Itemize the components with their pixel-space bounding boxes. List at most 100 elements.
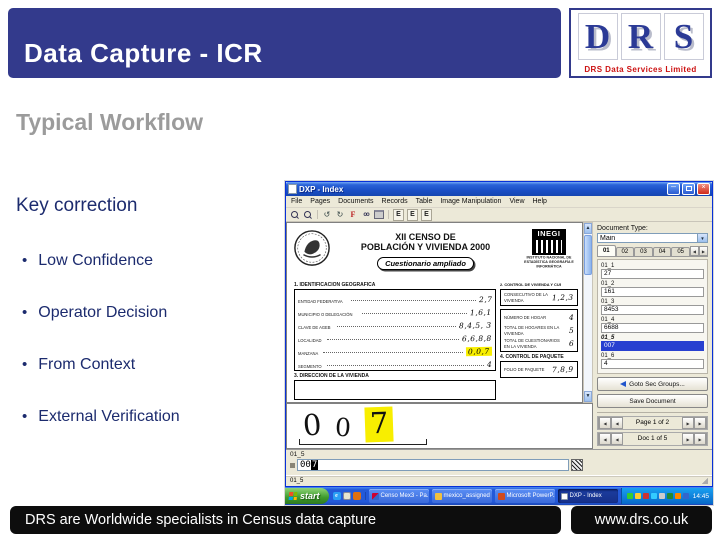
form-row-segmento: SEGMENTO 4 [298, 356, 492, 369]
section4-box: FOLIO DE PAQUETE 7,8,9 [500, 361, 578, 378]
menu-view[interactable]: View [509, 198, 524, 205]
zoom-in-icon[interactable] [290, 209, 300, 220]
logo-letter-r: R [620, 13, 661, 60]
goto-sec-groups-button[interactable]: Goto Sec Groups... [597, 377, 708, 391]
tab-02[interactable]: 02 [615, 247, 635, 256]
field-input-01-2[interactable]: 161 [601, 287, 704, 297]
scrollbar-thumb[interactable] [584, 235, 592, 275]
tab-scroll-left-button[interactable]: ◀ [689, 246, 699, 256]
key-entry-input[interactable]: 00 7 [297, 459, 569, 471]
minimize-button[interactable]: ─ [667, 183, 680, 195]
tab-04[interactable]: 04 [652, 247, 672, 256]
field-edit-button-2[interactable]: E [407, 208, 418, 221]
scroll-down-button[interactable]: ▼ [584, 391, 592, 402]
tray-icon[interactable] [634, 493, 641, 499]
leader-dots [337, 326, 457, 327]
bullet-label: From Context [38, 356, 136, 373]
field-edit-button-1[interactable]: E [393, 208, 404, 221]
handwritten-value: 6 [568, 338, 575, 349]
first-page-button[interactable]: ◀ [598, 417, 611, 429]
menu-pages[interactable]: Pages [310, 198, 330, 205]
tray-icon[interactable] [674, 493, 681, 499]
prev-doc-button[interactable]: ◀ [611, 433, 623, 445]
menu-help[interactable]: Help [533, 198, 547, 205]
next-page-button[interactable]: ▶ [682, 417, 694, 429]
zoom-out-icon[interactable] [303, 209, 313, 220]
app-icon [288, 184, 297, 194]
next-doc-button[interactable]: ▶ [682, 433, 694, 445]
toolbar: ↺ ↻ F oo E E E [286, 208, 712, 222]
media-player-icon[interactable] [352, 492, 361, 500]
resize-grip[interactable] [702, 478, 708, 484]
census-form-image: XII CENSO DE POBLACIÓN Y VIVIENDA 2000 C… [286, 222, 583, 403]
task-button-powerpoint[interactable]: Microsoft PowerP... [494, 489, 555, 503]
form-scrollbar[interactable]: ▲ ▼ [583, 222, 593, 403]
scrollbar-track[interactable] [584, 234, 592, 391]
tab-05[interactable]: 05 [671, 247, 690, 256]
internet-explorer-icon[interactable]: e [332, 492, 341, 500]
tray-icon[interactable] [626, 493, 633, 499]
task-button-paint[interactable]: Censo Mex3 - Pa... [368, 489, 429, 503]
field-input-01-3[interactable]: 8453 [601, 305, 704, 315]
toolbar-separator [388, 210, 389, 219]
field-input-01-6[interactable]: 4 [601, 359, 704, 369]
binoculars-icon[interactable]: oo [361, 209, 371, 220]
census-form-title: XII CENSO DE POBLACIÓN Y VIVIENDA 2000 C… [335, 227, 516, 279]
flag-icon[interactable]: F [348, 209, 358, 220]
menu-documents[interactable]: Documents [338, 198, 373, 205]
scroll-up-button[interactable]: ▲ [584, 223, 592, 234]
tab-03[interactable]: 03 [634, 247, 653, 256]
logo-letter-s: S [663, 13, 704, 60]
snippet-digit: 0 [334, 412, 352, 443]
field-label: TOTAL DE CUESTIONARIOS EN LA VIVIENDA [504, 338, 560, 349]
goto-button-label: Goto Sec Groups... [629, 380, 685, 388]
prev-page-button[interactable]: ◀ [611, 417, 623, 429]
task-label: DXP - Index [569, 493, 602, 499]
field-edit-button-3[interactable]: E [421, 208, 432, 221]
document-type-select[interactable]: Main ▼ [597, 233, 708, 243]
field-label: TOTAL DE HOGARES EN LA VIVIENDA [504, 325, 560, 336]
coat-of-arms [294, 230, 330, 266]
save-document-button[interactable]: Save Document [597, 394, 708, 408]
leader-dots [350, 300, 476, 301]
restore-button[interactable] [682, 183, 695, 195]
form-row-consecutivo: CONSECUTIVO DE LA VIVIENDA 1,2,3 [504, 291, 574, 304]
close-button[interactable]: × [697, 183, 710, 195]
task-button-folder[interactable]: mexico_assigned [431, 489, 492, 503]
window-titlebar[interactable]: DXP - Index ─ × [286, 182, 712, 196]
rotate-right-icon[interactable]: ↻ [335, 209, 345, 220]
chevron-down-icon[interactable]: ▼ [697, 234, 707, 242]
footer-url[interactable]: www.drs.co.uk [571, 506, 712, 534]
menu-image-manipulation[interactable]: Image Manipulation [440, 198, 501, 205]
last-page-button[interactable]: ▶ [694, 417, 707, 429]
snippet-digit: 0 [301, 407, 323, 443]
form-row-manzana: MANZANA 0,0,7 [298, 343, 493, 357]
tray-icon[interactable] [666, 493, 673, 499]
tray-icon[interactable] [658, 493, 665, 499]
tab-scroll-right-button[interactable]: ▶ [698, 246, 708, 256]
show-desktop-icon[interactable] [342, 492, 351, 500]
last-doc-button[interactable]: ▶ [694, 433, 707, 445]
tray-icon[interactable] [650, 493, 657, 499]
rotate-left-icon[interactable]: ↺ [322, 209, 332, 220]
tray-icon[interactable] [642, 493, 649, 499]
menu-table[interactable]: Table [416, 198, 433, 205]
field-input-01-4[interactable]: 6688 [601, 323, 704, 333]
task-button-dxp-active[interactable]: DXP - Index [557, 489, 618, 503]
tab-01[interactable]: 01 [597, 245, 616, 256]
menu-records[interactable]: Records [382, 198, 408, 205]
task-label: Microsoft PowerP... [506, 493, 555, 499]
questionnaire-badge: Cuestionario ampliado [377, 256, 474, 270]
menu-file[interactable]: File [291, 198, 302, 205]
field-input-01-5-selected[interactable]: 007 [601, 341, 704, 351]
start-button[interactable]: start [285, 488, 329, 504]
print-icon[interactable] [374, 209, 384, 220]
census-form-body: 1. IDENTIFICACIÓN GEOGRÁFICA ENTIDAD FED… [294, 280, 578, 402]
first-doc-button[interactable]: ◀ [598, 433, 611, 445]
field-input-01-1[interactable]: 27 [601, 269, 704, 279]
selected-character: 7 [310, 460, 319, 470]
form-row-ageb: CLAVE DE AGEB 8,4,5, 3 [298, 317, 492, 331]
taskbar: start e Censo Mex3 - Pa... mexico_assign… [285, 487, 713, 505]
tray-icon[interactable] [682, 493, 689, 499]
field-label: MANZANA [298, 351, 319, 357]
